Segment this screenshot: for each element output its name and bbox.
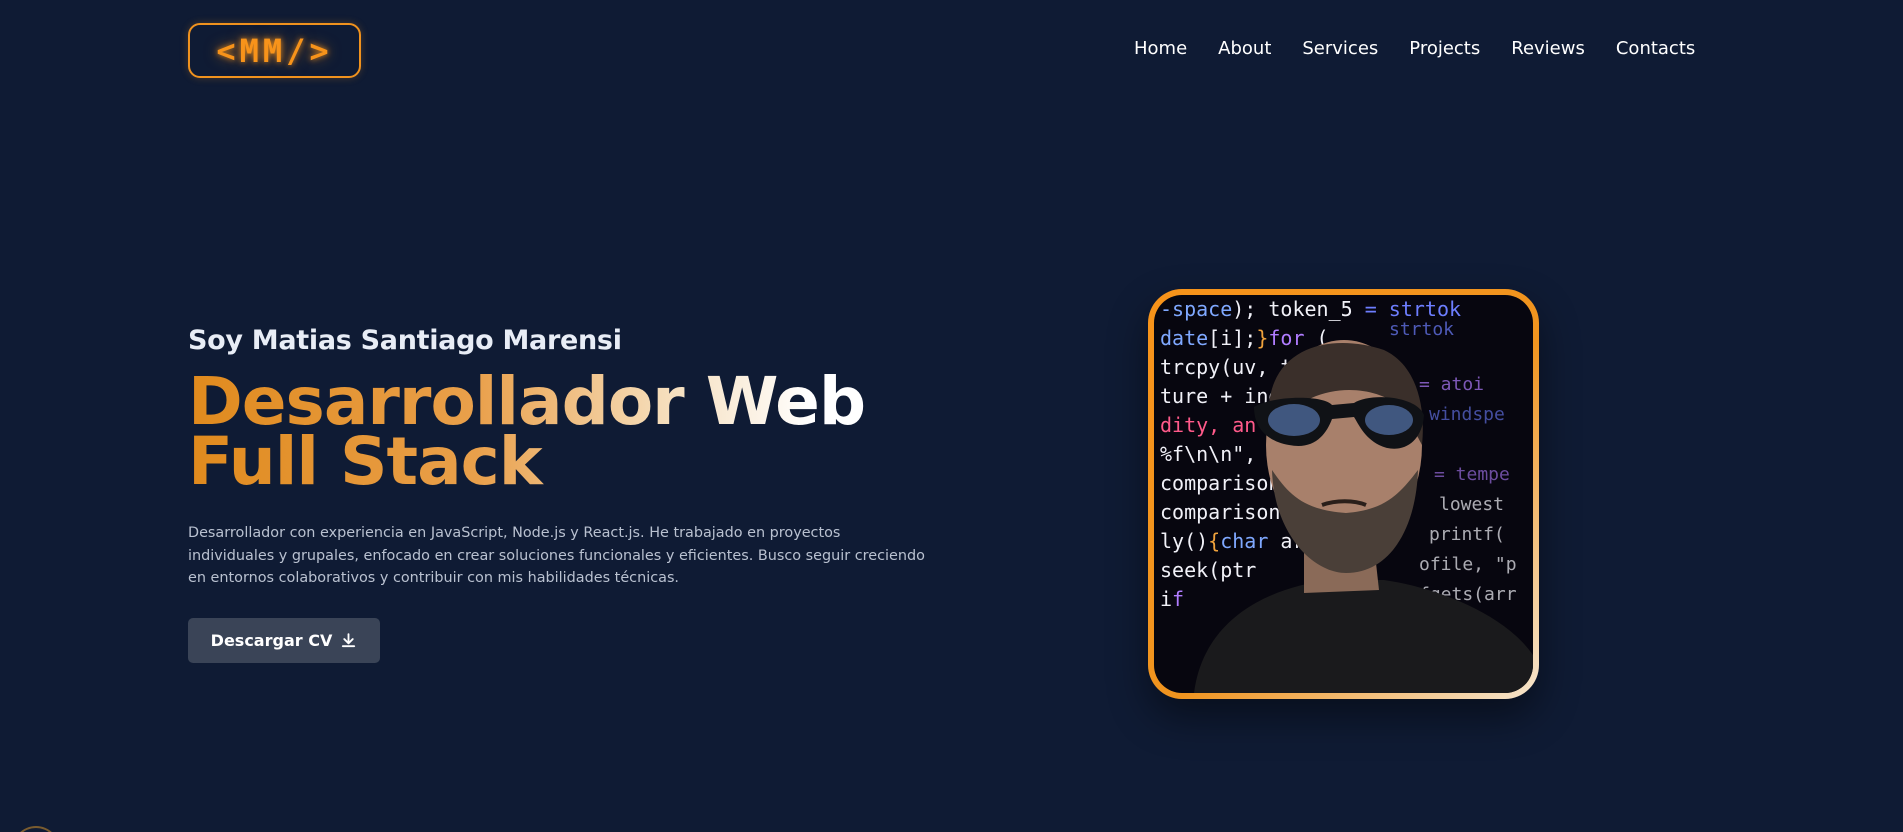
download-cv-label: Descargar CV (210, 631, 333, 650)
download-cv-button[interactable]: Descargar CV (188, 618, 380, 663)
svg-text:= tempe: = tempe (1434, 464, 1510, 485)
hero-greeting: Soy Matias Santiago Marensi (188, 325, 622, 356)
profile-photo-frame: -space); token_5 = strtok date[i];}for (… (1148, 289, 1539, 699)
logo-text: <MM/> (216, 31, 333, 70)
nav-reviews[interactable]: Reviews (1511, 38, 1585, 59)
svg-text:windspe: windspe (1429, 404, 1505, 425)
person-illustration: strtok = atoi windspe = tempe lowest pri… (1194, 319, 1533, 693)
main-nav: Home About Services Projects Reviews Con… (1134, 38, 1695, 59)
nav-projects[interactable]: Projects (1409, 38, 1480, 59)
profile-photo: -space); token_5 = strtok date[i];}for (… (1154, 295, 1533, 693)
download-icon (342, 633, 356, 648)
site-logo[interactable]: <MM/> (188, 23, 361, 78)
nav-contacts[interactable]: Contacts (1616, 38, 1695, 59)
hero-title: Desarrollador Web Full Stack (188, 369, 948, 495)
svg-text:ofile, "p: ofile, "p (1419, 554, 1517, 575)
scroll-indicator[interactable] (12, 826, 60, 832)
portfolio-page: <MM/> Home About Services Projects Revie… (0, 0, 1903, 832)
nav-home[interactable]: Home (1134, 38, 1187, 59)
svg-text:printf(: printf( (1429, 524, 1505, 545)
hero-bio: Desarrollador con experiencia en JavaScr… (188, 525, 925, 586)
svg-text:= atoi: = atoi (1419, 374, 1484, 395)
svg-text:lowest: lowest (1439, 494, 1504, 515)
svg-text:strtok: strtok (1389, 319, 1454, 340)
nav-about[interactable]: About (1218, 38, 1271, 59)
nav-services[interactable]: Services (1302, 38, 1378, 59)
